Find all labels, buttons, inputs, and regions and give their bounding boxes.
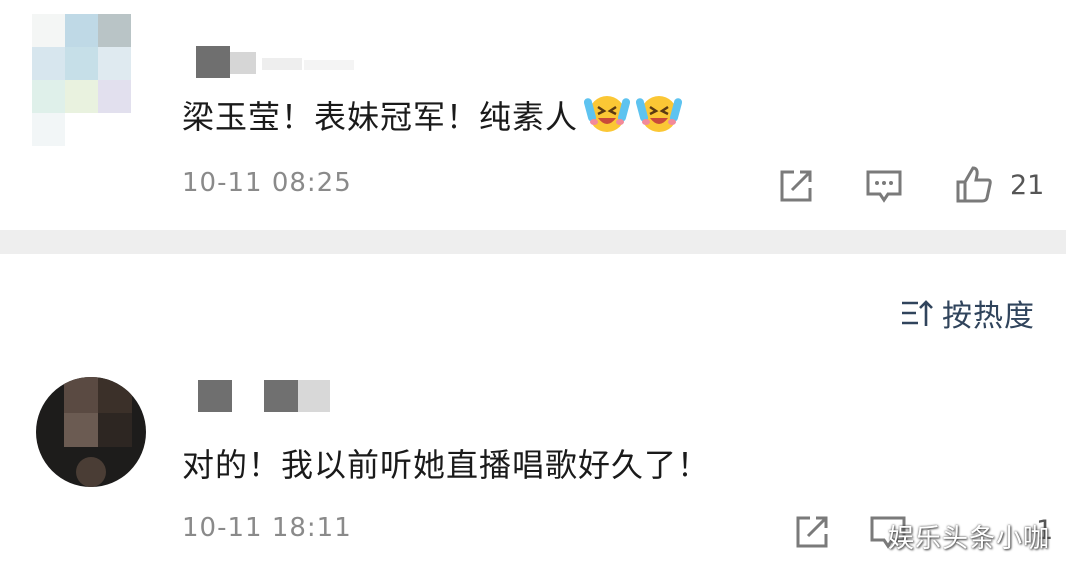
comment-timestamp: 10-11 08:25	[182, 168, 352, 198]
laugh-cry-emoji-icon	[584, 96, 631, 132]
share-icon[interactable]	[792, 512, 832, 552]
comment-body: 梁玉莹！表妹冠军！纯素人	[182, 98, 579, 136]
like-count: 21	[1010, 170, 1045, 201]
sort-label: 按热度	[942, 299, 1035, 334]
like-icon[interactable]	[954, 164, 994, 204]
sort-icon	[902, 300, 933, 326]
laugh-cry-emoji-icon	[636, 96, 683, 132]
comment-text: 对的！我以前听她直播唱歌好久了！	[182, 440, 710, 486]
comment-text: 梁玉莹！表妹冠军！纯素人	[182, 92, 683, 138]
reply-icon[interactable]	[864, 166, 904, 206]
comment-timestamp: 10-11 18:11	[182, 513, 352, 543]
watermark: 娱乐头条小咖	[888, 524, 1051, 554]
section-separator	[0, 230, 1066, 254]
username-blurred[interactable]	[198, 380, 338, 412]
share-icon[interactable]	[776, 166, 816, 206]
sort-by-heat-button[interactable]: 按热度	[900, 293, 1035, 334]
avatar-blurred[interactable]	[32, 14, 132, 146]
avatar-blurred[interactable]	[36, 377, 146, 487]
comment-body: 对的！我以前听她直播唱歌好久了！	[182, 446, 711, 484]
